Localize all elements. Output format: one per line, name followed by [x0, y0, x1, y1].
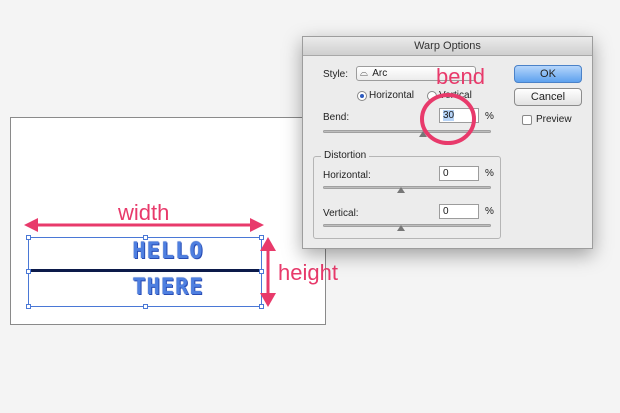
distortion-title: Distortion: [321, 150, 370, 161]
text-baseline: [28, 269, 262, 272]
distortion-horizontal-slider[interactable]: [323, 186, 491, 189]
distortion-vertical-input[interactable]: 0: [439, 204, 479, 219]
preview-label: Preview: [536, 114, 572, 125]
arc-style-icon: ⌓: [360, 68, 368, 79]
distortion-vertical-label: Vertical:: [323, 208, 359, 219]
cancel-button[interactable]: Cancel: [514, 88, 582, 106]
horizontal-radio-label: Horizontal: [369, 90, 415, 101]
resize-handle-left[interactable]: [26, 269, 31, 274]
distortion-vertical-slider-thumb[interactable]: [397, 225, 405, 231]
distortion-vertical-unit: %: [485, 206, 494, 217]
horizontal-radio[interactable]: [357, 91, 367, 101]
ok-button[interactable]: OK: [514, 65, 582, 83]
distortion-horizontal-unit: %: [485, 168, 494, 179]
height-arrow-icon: [260, 237, 276, 307]
height-annotation: height: [278, 260, 338, 285]
distortion-vertical-slider[interactable]: [323, 224, 491, 227]
dialog-title: Warp Options: [303, 37, 592, 56]
resize-handle-bottom[interactable]: [143, 304, 148, 309]
preview-checkbox[interactable]: [522, 115, 532, 125]
distortion-horizontal-slider-thumb[interactable]: [397, 187, 405, 193]
bend-highlight-circle-icon: [420, 93, 476, 145]
style-select-value: Arc: [372, 68, 388, 79]
width-arrow-icon: [24, 218, 264, 232]
bend-annotation: bend: [436, 64, 485, 89]
bend-unit: %: [485, 111, 494, 122]
bend-label: Bend:: [323, 112, 350, 123]
resize-handle-bottom-left[interactable]: [26, 304, 31, 309]
style-label: Style:: [323, 69, 349, 80]
distortion-horizontal-input[interactable]: 0: [439, 166, 479, 181]
distortion-horizontal-label: Horizontal:: [323, 170, 371, 181]
